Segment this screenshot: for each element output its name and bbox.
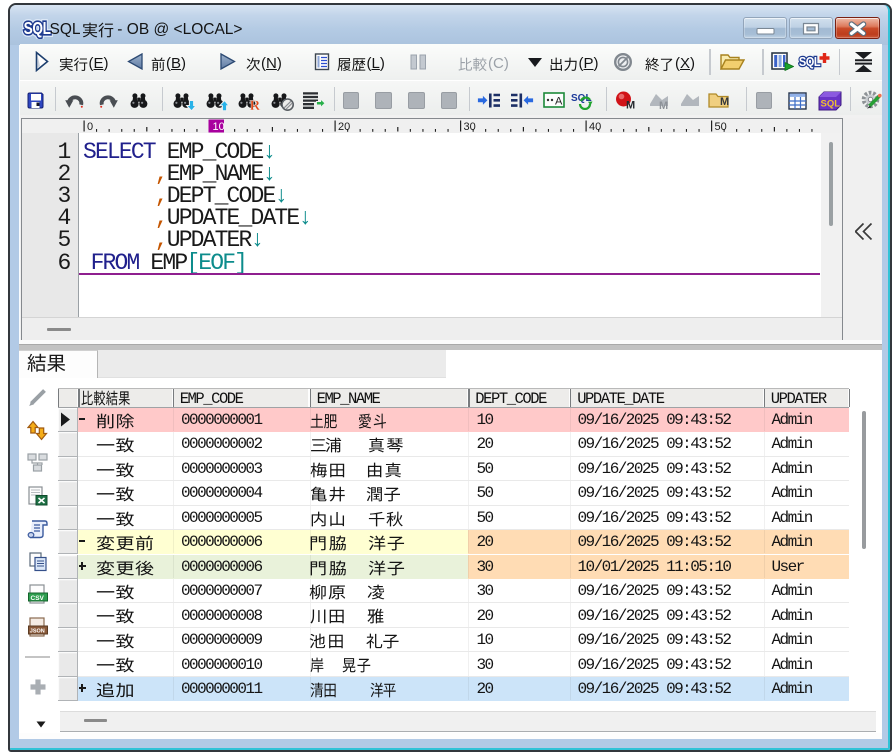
svg-text:M: M	[626, 100, 635, 111]
svg-text:0: 0	[87, 121, 93, 133]
svg-text:30: 30	[463, 121, 475, 133]
svg-text:SQL: SQL	[23, 19, 51, 38]
svg-text:SQL: SQL	[821, 98, 841, 109]
svg-text:M: M	[720, 96, 729, 108]
svg-text:20: 20	[338, 121, 350, 133]
svg-text:40: 40	[589, 121, 601, 133]
svg-text:A: A	[555, 96, 563, 108]
svg-text:50: 50	[714, 121, 726, 133]
svg-text:SQL: SQL	[799, 54, 821, 69]
svg-text:M: M	[659, 100, 668, 110]
svg-text:JSON: JSON	[30, 629, 45, 635]
svg-text:R: R	[250, 98, 261, 111]
svg-text:CSV: CSV	[31, 595, 45, 602]
svg-text:10: 10	[212, 121, 224, 133]
